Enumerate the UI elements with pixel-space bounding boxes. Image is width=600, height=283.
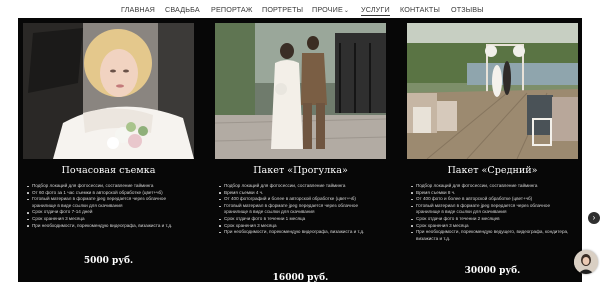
price-label: 5000 руб.: [83, 256, 134, 266]
feature-list: Подбор локаций для фотосессии, составлен…: [27, 183, 191, 229]
card-title: Почасовая съемка: [61, 165, 156, 176]
feature-item: При необходимости, порекомендую видеогра…: [219, 229, 383, 236]
feature-item: Подбор локаций для фотосессии, составлен…: [219, 183, 383, 190]
nav-item-reportage[interactable]: РЕПОРТАЖ: [211, 5, 253, 14]
nav-item-other[interactable]: ПРОЧИЕ⌄: [312, 5, 349, 14]
feature-item: Подбор локаций для фотосессии, составлен…: [27, 183, 191, 190]
nav-item-other-label: ПРОЧИЕ: [312, 5, 343, 14]
pricing-section: Почасовая съемка Подбор локаций для фото…: [18, 18, 582, 283]
feature-item: При необходимости, порекомендую видеогра…: [27, 223, 191, 230]
pricing-card-hourly: Почасовая съемка Подбор локаций для фото…: [23, 23, 194, 282]
feature-item: Готовый материал в формате jpeg передает…: [27, 196, 191, 209]
feature-item: Готовый материал в формате jpeg передает…: [219, 203, 383, 216]
top-navigation: ГЛАВНАЯ СВАДЬБА РЕПОРТАЖ ПОРТРЕТЫ ПРОЧИЕ…: [0, 0, 600, 18]
nav-item-reviews[interactable]: ОТЗЫВЫ: [451, 5, 484, 14]
couple-photo: [215, 23, 386, 159]
feature-item: Срок отдачи фото в течении 1 месяца: [219, 216, 383, 223]
price-label: 30000 руб.: [464, 266, 521, 276]
pricing-card-medium: Пакет «Средний» Подбор локаций для фотос…: [407, 23, 578, 282]
card-title: Пакет «Прогулка»: [253, 165, 348, 176]
feature-item: Срок хранения 3 месяца: [27, 216, 191, 223]
nav-item-wedding[interactable]: СВАДЬБА: [165, 5, 200, 14]
feature-item: От 400 фото и более в авторской обработк…: [411, 196, 575, 203]
feature-item: Срок хранения 3 месяца: [219, 223, 383, 230]
ceremony-photo: [407, 23, 578, 159]
feature-item: Срок хранения 3 месяца: [411, 223, 575, 230]
card-title: Пакет «Средний»: [447, 165, 538, 176]
feature-item: От 400 фотографий и более в авторской об…: [219, 196, 383, 203]
feature-item: Срок отдачи фото 7-14 дней: [27, 209, 191, 216]
nav-item-services[interactable]: УСЛУГИ: [361, 5, 390, 16]
arrow-right-icon[interactable]: ›: [588, 212, 600, 224]
bride-photo: [23, 23, 194, 159]
nav-item-contacts[interactable]: КОНТАКТЫ: [400, 5, 440, 14]
feature-list: Подбор локаций для фотосессии, составлен…: [411, 183, 575, 242]
pricing-card-walk: Пакет «Прогулка» Подбор локаций для фото…: [215, 23, 386, 283]
feature-item: Готовый материал в формате jpeg передает…: [411, 203, 575, 216]
consultant-avatar[interactable]: [574, 250, 598, 274]
nav-item-home[interactable]: ГЛАВНАЯ: [121, 5, 155, 14]
feature-item: Подбор локаций для фотосессии, составлен…: [411, 183, 575, 190]
feature-list: Подбор локаций для фотосессии, составлен…: [219, 183, 383, 236]
feature-item: При необходимости, порекомендую ведущего…: [411, 229, 575, 242]
nav-item-portraits[interactable]: ПОРТРЕТЫ: [262, 5, 303, 14]
feature-item: Срок отдачи фото в течении 2 месяцев: [411, 216, 575, 223]
chevron-down-icon: ⌄: [343, 8, 350, 14]
